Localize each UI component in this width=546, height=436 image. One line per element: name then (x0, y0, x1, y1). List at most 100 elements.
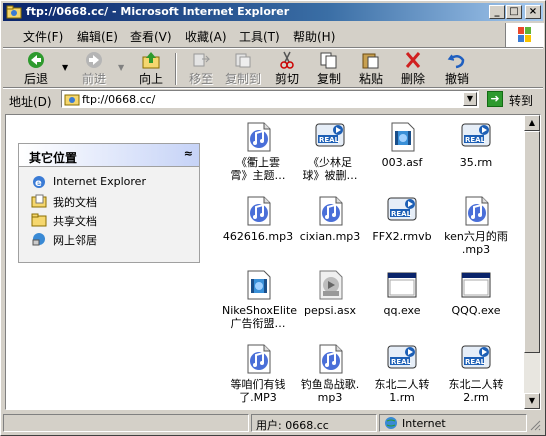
svg-text:REAL: REAL (391, 210, 412, 218)
file-name: qq.exe (383, 304, 421, 317)
go-button[interactable]: ➜ 转到 (485, 90, 541, 108)
asx-file-icon (314, 269, 346, 301)
file-item[interactable]: REAL FFX2.rmvb (366, 195, 438, 243)
file-item[interactable]: REAL 东北二人转 1.rm (366, 343, 438, 404)
file-name: cixian.mp3 (299, 230, 361, 243)
minimize-button[interactable]: _ (489, 5, 505, 19)
paste-icon (362, 53, 379, 69)
real-file-icon: REAL (314, 121, 346, 153)
cut-button[interactable]: 剪切 (271, 51, 303, 87)
title-bar[interactable]: ftp://0668.cc/ - Microsoft Internet Expl… (3, 3, 543, 21)
window-title: ftp://0668.cc/ - Microsoft Internet Expl… (26, 5, 290, 18)
ftp-folder-icon (6, 5, 22, 19)
internet-zone-icon (385, 417, 397, 429)
file-item[interactable]: qq.exe (366, 269, 438, 317)
exe-file-icon (460, 269, 492, 301)
status-zone: Internet (402, 417, 446, 430)
address-input[interactable]: ftp://0668.cc/ ▼ (61, 90, 479, 108)
chevron-down-icon: ▼ (62, 63, 69, 72)
move-to-button[interactable]: 移至 (185, 51, 217, 87)
file-item[interactable]: NikeShoxElite 广告衔盟… (222, 269, 298, 330)
file-item[interactable]: 《衢上雲 霄》主题… (222, 121, 294, 182)
chevron-down-icon: ▼ (528, 396, 536, 405)
menu-edit[interactable]: 编辑(E) (77, 28, 118, 45)
file-item[interactable]: 钓鱼岛战歌. mp3 (294, 343, 366, 404)
file-item[interactable]: REAL 《少林足 球》被删… (294, 121, 366, 182)
undo-arrow-icon (447, 54, 465, 69)
copy-to-icon (235, 53, 251, 68)
file-name: 《少林足 球》被删… (302, 156, 358, 182)
delete-button[interactable]: 删除 (397, 51, 429, 87)
file-item[interactable]: ken六月的雨 .mp3 (440, 195, 512, 256)
scissors-icon (280, 51, 294, 69)
asf-file-icon (386, 121, 418, 153)
delete-x-icon (405, 52, 421, 68)
address-dropdown[interactable]: ▼ (463, 92, 477, 106)
menu-bar: 文件(F) 编辑(E) 查看(V) 收藏(A) 工具(T) 帮助(H) (3, 25, 503, 45)
shared-folder-icon (31, 213, 47, 227)
chevron-down-icon: ▼ (118, 63, 125, 72)
mp3-file-icon (460, 195, 492, 227)
forward-dropdown[interactable]: ▼ (117, 51, 127, 87)
exe-file-icon (386, 269, 418, 301)
file-name: QQQ.exe (451, 304, 501, 317)
file-item[interactable]: pepsi.asx (294, 269, 366, 317)
file-name: NikeShoxElite 广告衔盟… (222, 304, 298, 330)
real-file-icon: REAL (386, 343, 418, 375)
address-value: ftp://0668.cc/ (82, 93, 156, 106)
vertical-scrollbar[interactable]: ▲ ▼ (524, 115, 540, 409)
file-name: 462616.mp3 (222, 230, 294, 243)
ie-window: ftp://0668.cc/ - Microsoft Internet Expl… (0, 0, 546, 436)
file-item[interactable]: 462616.mp3 (222, 195, 294, 243)
file-item[interactable]: REAL 东北二人转 2.rm (440, 343, 512, 404)
file-name: 等咱们有钱 了.MP3 (230, 378, 286, 404)
panel-body: e Internet Explorer 我的文档 共享文档 网上邻居 (18, 167, 200, 263)
scroll-thumb[interactable] (524, 131, 540, 353)
menu-favorites[interactable]: 收藏(A) (185, 28, 227, 45)
svg-text:REAL: REAL (391, 358, 412, 366)
file-item[interactable]: 等咱们有钱 了.MP3 (222, 343, 294, 404)
svg-text:e: e (35, 178, 42, 189)
real-file-icon: REAL (386, 195, 418, 227)
standard-toolbar: 后退 ▼ 前进 ▼ 向上 移至 复制到 剪切 复制 粘贴 删除 撤销 (3, 49, 543, 87)
file-name: ken六月的雨 .mp3 (444, 230, 508, 256)
windows-logo (505, 23, 544, 47)
chevron-up-icon: ▲ (528, 118, 536, 127)
menu-view[interactable]: 查看(V) (130, 28, 172, 45)
collapse-chevron-icon[interactable]: ≈ (184, 147, 193, 160)
address-bar: 地址(D) ftp://0668.cc/ ▼ ➜ 转到 (3, 89, 543, 111)
close-button[interactable]: × (525, 5, 541, 19)
network-places-icon (32, 233, 45, 246)
internet-explorer-icon: e (33, 176, 45, 189)
back-dropdown[interactable]: ▼ (61, 51, 71, 87)
menu-help[interactable]: 帮助(H) (293, 28, 335, 45)
file-item[interactable]: cixian.mp3 (294, 195, 366, 243)
menu-tools[interactable]: 工具(T) (239, 28, 280, 45)
file-item[interactable]: 003.asf (366, 121, 438, 169)
scroll-down-button[interactable]: ▼ (524, 393, 540, 409)
panel-header[interactable]: 其它位置 ≈ (18, 143, 200, 167)
scroll-up-button[interactable]: ▲ (524, 115, 540, 131)
forward-button[interactable]: 前进 (77, 51, 111, 87)
real-file-icon: REAL (460, 343, 492, 375)
go-arrow-icon: ➜ (487, 91, 503, 107)
my-documents-folder-icon (31, 194, 47, 208)
resize-grip-icon[interactable] (529, 419, 541, 431)
file-name: 35.rm (459, 156, 493, 169)
panel-title: 其它位置 (29, 151, 78, 165)
file-item[interactable]: QQQ.exe (440, 269, 512, 317)
up-button[interactable]: 向上 (135, 51, 167, 87)
menu-file[interactable]: 文件(F) (23, 28, 63, 45)
undo-button[interactable]: 撤销 (441, 51, 473, 87)
back-button[interactable]: 后退 (19, 51, 53, 87)
status-user: 用户: 0668.cc (256, 419, 329, 432)
maximize-button[interactable]: □ (506, 5, 522, 19)
move-to-icon (193, 53, 211, 67)
file-name: 钓鱼岛战歌. mp3 (300, 378, 360, 404)
file-item[interactable]: REAL 35.rm (440, 121, 512, 169)
copy-to-button[interactable]: 复制到 (223, 51, 263, 87)
copy-button[interactable]: 复制 (313, 51, 345, 87)
other-places-panel: 其它位置 ≈ e Internet Explorer 我的文档 共享文档 网上邻… (18, 143, 200, 263)
paste-button[interactable]: 粘贴 (355, 51, 387, 87)
windows-flag-icon (518, 27, 531, 42)
